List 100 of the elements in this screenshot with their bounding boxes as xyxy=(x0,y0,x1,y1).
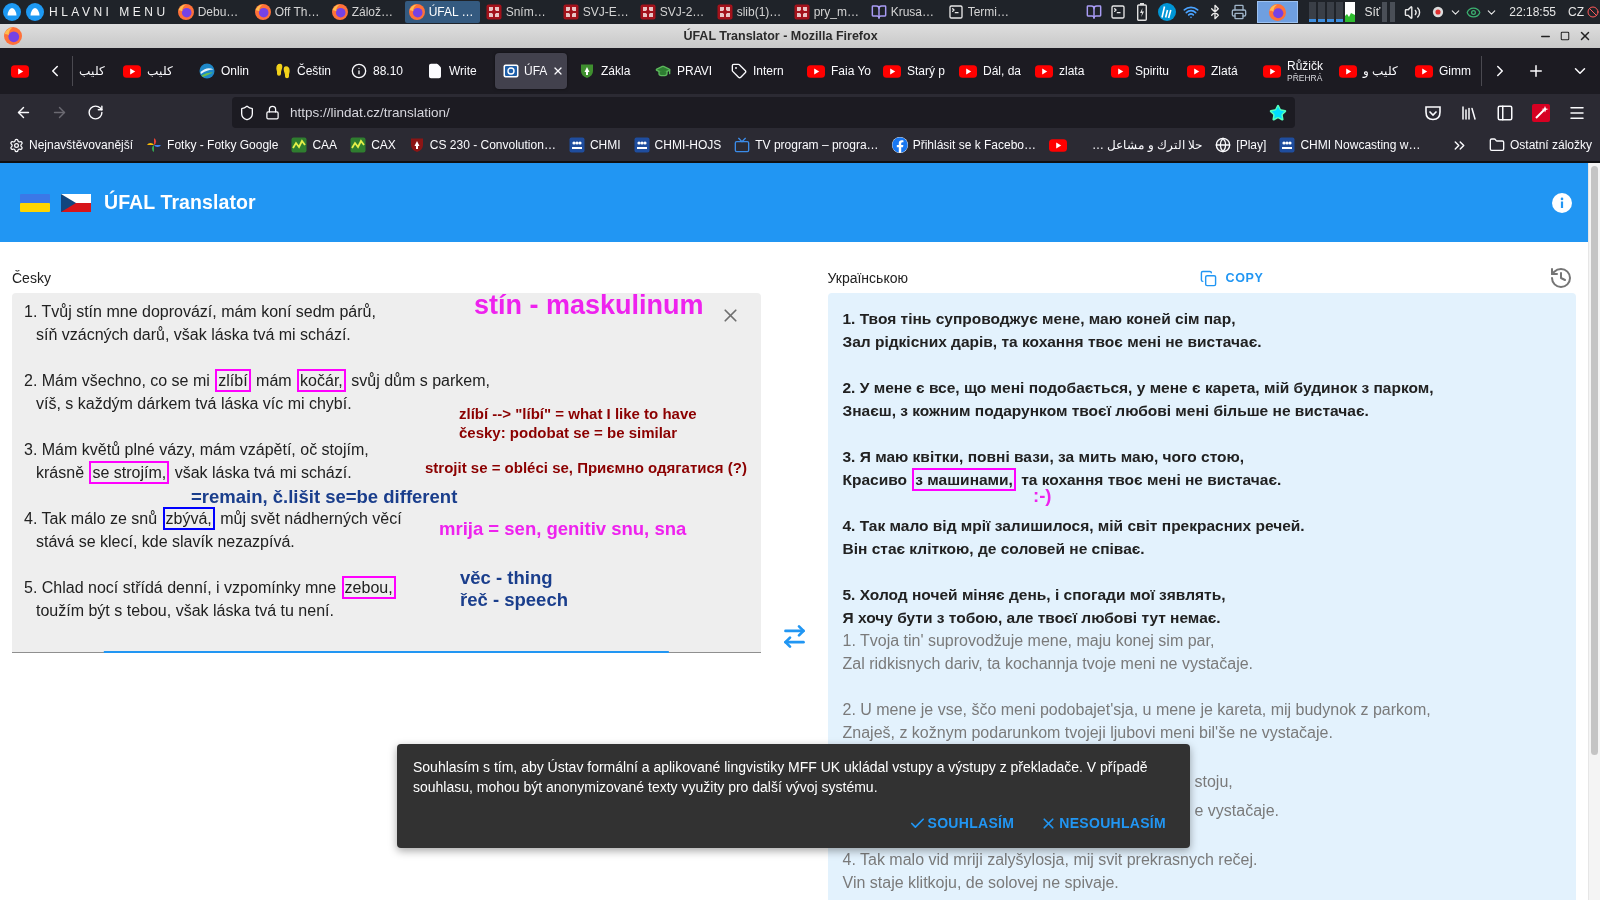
browser-tab[interactable]: PRAVI xyxy=(647,53,719,89)
printer-icon[interactable] xyxy=(1231,4,1248,20)
taskbar-task[interactable]: SVJ-2… xyxy=(635,1,711,23)
taskbar-task[interactable]: Krusa… xyxy=(866,1,942,23)
sidebar-icon[interactable] xyxy=(1496,103,1514,122)
bookmark[interactable]: [Play] xyxy=(1210,133,1272,157)
browser-tab[interactable]: Intern xyxy=(723,53,795,89)
play-icon xyxy=(1049,138,1067,152)
bookmark-folder[interactable]: Ostatní záložky xyxy=(1483,133,1597,157)
plus-icon[interactable] xyxy=(1527,62,1545,80)
close-icon[interactable] xyxy=(1578,29,1592,43)
taskbar-task[interactable]: pry_m… xyxy=(789,1,865,23)
boxed-word: zlíbí xyxy=(215,369,251,392)
browser-tab[interactable]: كليب xyxy=(115,53,187,89)
browser-tab[interactable]: كليب و xyxy=(1331,53,1403,89)
star-icon[interactable] xyxy=(1269,103,1287,122)
browser-tab[interactable]: 88.10 xyxy=(343,53,415,89)
poem-text: Знаєш, з кожним подарунком твоєї любові мені більше не вистачає. xyxy=(842,401,1369,420)
keyboard-layout[interactable]: CZ xyxy=(1568,5,1584,19)
tile-icon xyxy=(485,4,502,20)
language-label: Česky xyxy=(12,269,52,288)
browser-tab[interactable]: Onlin xyxy=(191,53,263,89)
globe-icon xyxy=(1215,137,1232,153)
terminal-icon[interactable] xyxy=(1110,4,1127,20)
scrollbar[interactable] xyxy=(1588,163,1600,900)
eye-icon[interactable] xyxy=(1465,4,1481,20)
annotation-note: zlíbí --> "líbí" = what I like to have xyxy=(459,405,697,423)
taskbar-task[interactable]: Off Th… xyxy=(250,1,326,23)
taskbar-task[interactable]: Sním… xyxy=(481,1,557,23)
clock[interactable]: 22:18:55 xyxy=(1509,5,1556,19)
bookmark[interactable]: CHMI-HOJS xyxy=(628,133,727,157)
browser-tab[interactable]: Faia Yo xyxy=(799,53,871,89)
taskbar-task[interactable]: ÚFAL … xyxy=(404,1,480,23)
taskbar-task[interactable]: Termi… xyxy=(943,1,1019,23)
boxed-word: kočár, xyxy=(297,369,346,392)
wifi-icon[interactable] xyxy=(1183,4,1200,20)
transliteration-line: e vystačaje. xyxy=(1194,801,1279,820)
browser-tab[interactable]: ÚFA xyxy=(495,53,567,89)
taskbar-task[interactable]: Debu… xyxy=(173,1,249,23)
browser-tab[interactable]: Růžičk PŘEHRÁ xyxy=(1255,53,1327,89)
shield-icon[interactable] xyxy=(239,104,255,121)
menu-button[interactable]: HLAVNI MENU xyxy=(49,5,169,19)
wand-icon[interactable] xyxy=(1532,103,1550,122)
logo-icon xyxy=(568,137,585,153)
info-icon[interactable] xyxy=(1552,192,1572,213)
source-text-field[interactable] xyxy=(12,293,761,653)
flag-icon[interactable] xyxy=(61,193,91,212)
bookmark[interactable]: CHMI xyxy=(563,133,626,157)
bookmark[interactable]: CS 230 - Convolution… xyxy=(403,133,561,157)
logo-icon[interactable] xyxy=(3,3,21,21)
tile-icon xyxy=(562,4,579,20)
shield-chevron-icon[interactable] xyxy=(1424,103,1442,122)
play-icon xyxy=(959,64,977,78)
bookmark[interactable]: حلا الترك و مشاعل … xyxy=(1075,133,1208,157)
transliteration-line: 2. U mene je vse, ščo meni podobajet'sja, u mene je kareta, mij budynok z parkom, xyxy=(842,700,1431,719)
usage-graph[interactable] xyxy=(1309,2,1356,22)
play-icon xyxy=(1339,64,1357,78)
bookmark[interactable]: TV program – progra… xyxy=(729,133,884,157)
book-icon[interactable] xyxy=(1086,4,1103,20)
browser-tab[interactable]: Starý p xyxy=(875,53,947,89)
taskbar-task[interactable]: slib(1)… xyxy=(712,1,788,23)
poem-text: Я хочу бути з тобою, але твоєї любові тут немає. xyxy=(842,608,1221,627)
footprints-icon xyxy=(275,63,291,79)
browser-tab[interactable]: Zlatá xyxy=(1179,53,1251,89)
annotation-note: stín - maskulinum xyxy=(474,290,704,322)
browser-tab[interactable]: Spiritu xyxy=(1103,53,1175,89)
taskbar-task[interactable]: Zálož… xyxy=(327,1,403,23)
browser-tab[interactable]: zlata xyxy=(1027,53,1099,89)
browser-tab[interactable]: Zákla xyxy=(571,53,643,89)
accept-button[interactable]: SOUHLASÍM xyxy=(902,806,1021,840)
lock-icon[interactable] xyxy=(265,105,280,120)
dot-icon[interactable] xyxy=(1432,6,1445,18)
history-icon[interactable] xyxy=(1549,266,1573,290)
maximize-icon[interactable] xyxy=(1560,31,1570,41)
bookmark[interactable]: CAX xyxy=(345,133,401,157)
logo-icon xyxy=(177,4,194,20)
poem-text: víš, s každým dárkem tvá láska víc mi chybí. xyxy=(36,394,352,413)
bookmark[interactable]: Fotky - Fotky Google xyxy=(141,133,284,157)
tile-icon xyxy=(716,4,733,20)
pinned-app-button[interactable] xyxy=(1257,1,1299,23)
address-field[interactable]: https://lindat.cz/translation/ xyxy=(232,97,1295,128)
volume-icon[interactable] xyxy=(1403,3,1421,21)
decline-button[interactable]: NESOUHLASÍM xyxy=(1034,806,1172,840)
logo-icon[interactable] xyxy=(1157,3,1176,21)
bookmark[interactable]: Nejnavštěvovanější xyxy=(4,133,139,157)
browser-tab[interactable]: كليب xyxy=(75,53,111,89)
taskbar-task[interactable]: SVJ-E… xyxy=(558,1,634,23)
scrollbar-thumb[interactable] xyxy=(1591,166,1598,755)
browser-tab[interactable]: Dál, da xyxy=(951,53,1023,89)
browser-tab[interactable]: Write xyxy=(419,53,491,89)
bookmark[interactable]: CHMI Nowcasting w… xyxy=(1274,133,1426,157)
bookmark[interactable]: CAA xyxy=(286,133,343,157)
no-entry-icon[interactable] xyxy=(1587,6,1599,18)
logo-icon[interactable] xyxy=(26,3,44,21)
battery-icon[interactable] xyxy=(1137,3,1148,21)
library-icon[interactable] xyxy=(1460,103,1478,122)
browser-tab[interactable]: Češtin xyxy=(267,53,339,89)
bookmark[interactable]: Přihlásit se k Facebo… xyxy=(886,133,1041,157)
poem-text: svůj dům s parkem, xyxy=(350,371,490,390)
browser-tab[interactable]: Gimm xyxy=(1407,53,1479,89)
